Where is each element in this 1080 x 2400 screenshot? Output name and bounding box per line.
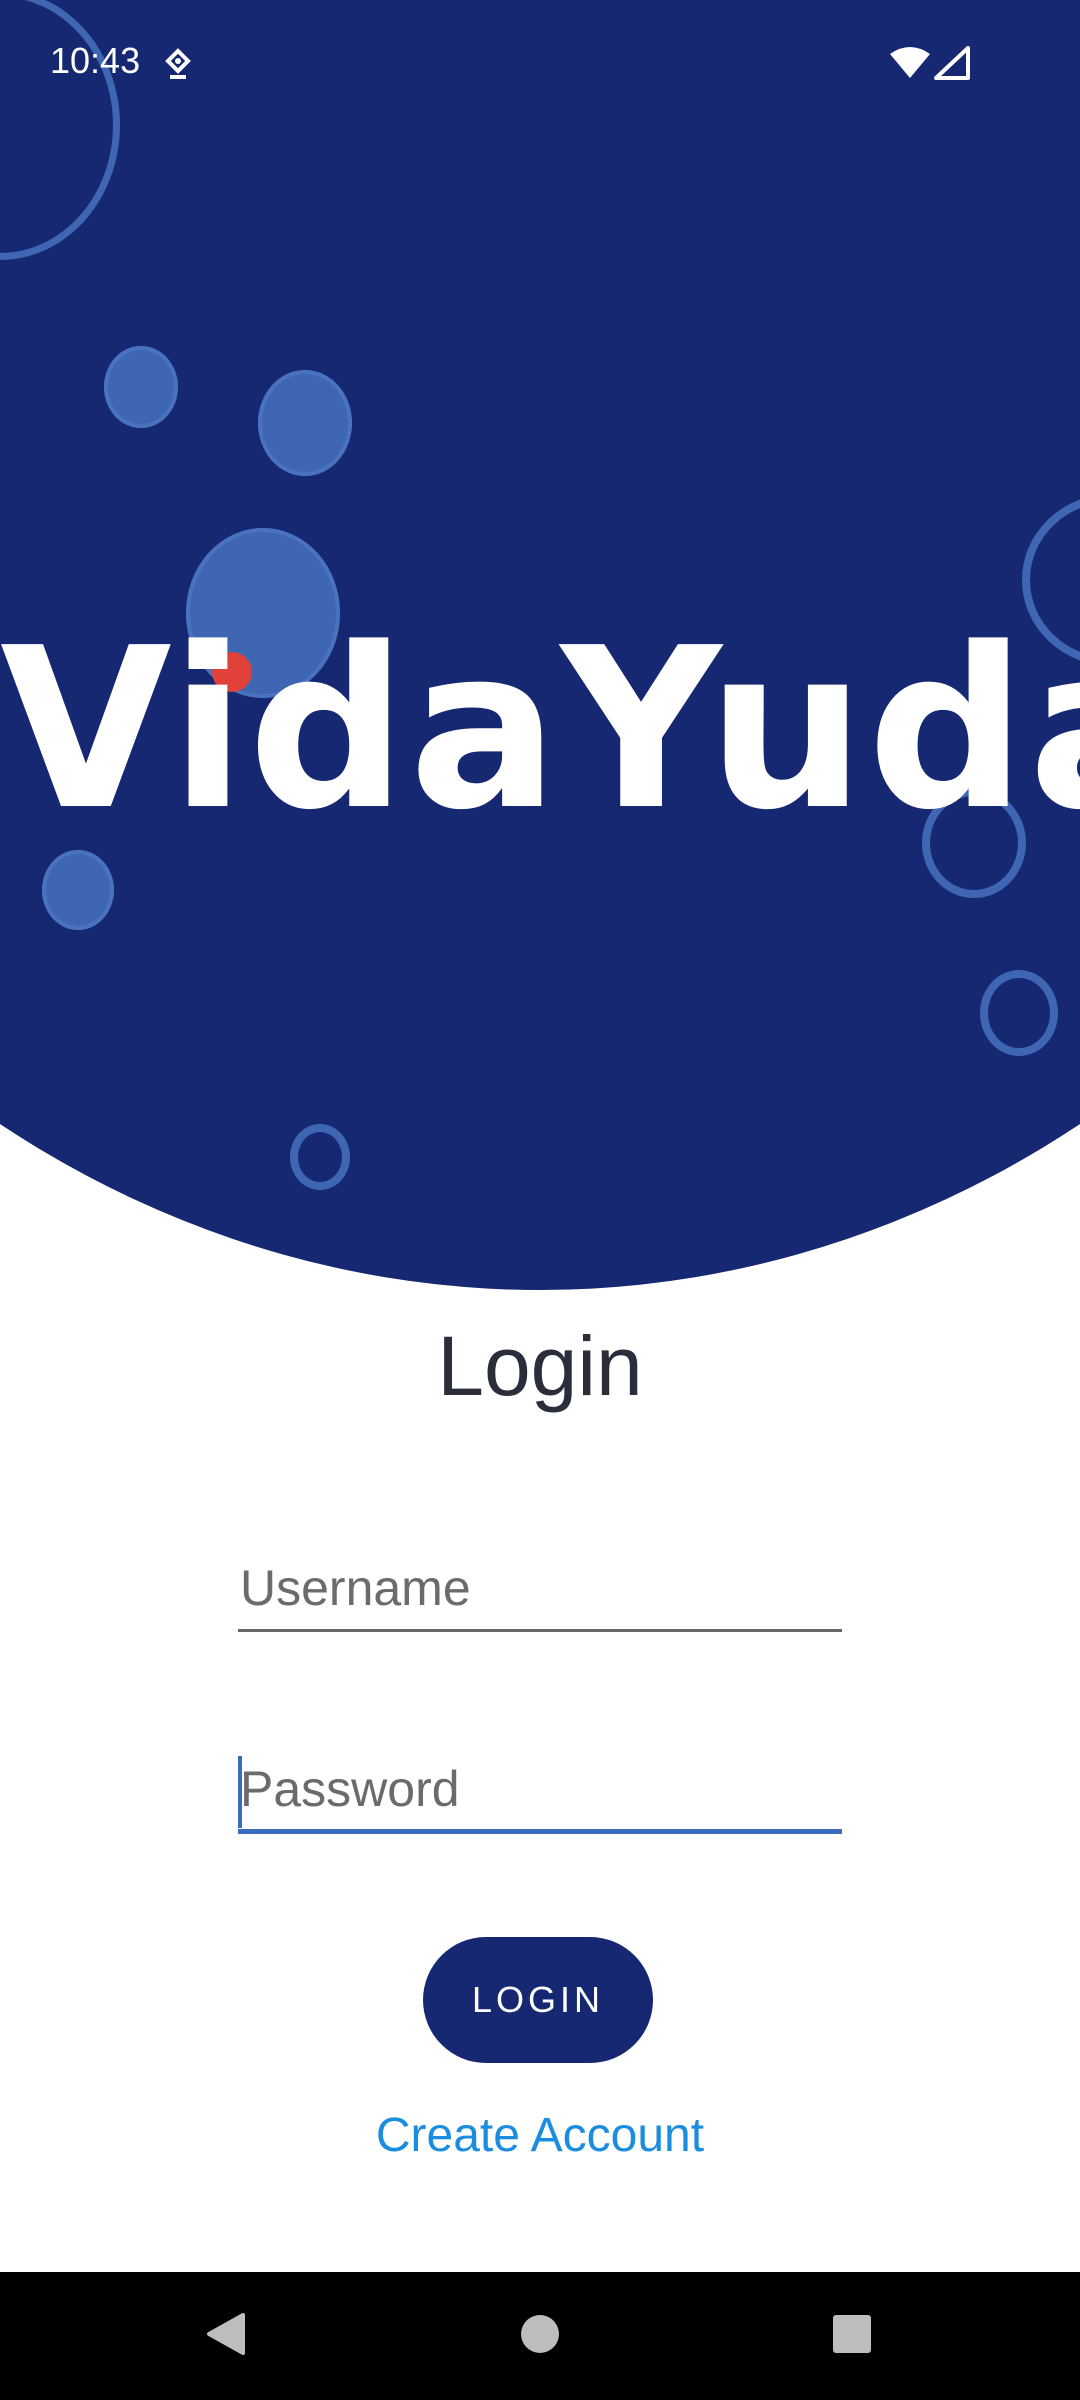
password-input[interactable]: [238, 1754, 842, 1829]
location-pin-icon: [164, 48, 192, 82]
nav-recents-button[interactable]: [772, 2272, 932, 2400]
login-button[interactable]: LOGIN: [423, 1937, 653, 2063]
username-field: [238, 1552, 842, 1632]
text-caret: [238, 1756, 242, 1828]
username-input[interactable]: [238, 1552, 842, 1629]
create-account-link[interactable]: Create Account: [0, 2108, 1080, 2163]
status-time: 10:43: [50, 40, 141, 81]
nav-back-button[interactable]: [146, 2272, 306, 2400]
app-logo-text: VidaYuda: [0, 601, 1080, 859]
decor-bubble: [258, 370, 352, 476]
back-triangle-icon: [205, 2311, 247, 2361]
page-title: Login: [437, 1319, 643, 1413]
home-circle-icon: [520, 2314, 560, 2358]
system-nav-bar: [0, 2272, 1080, 2400]
password-field: [238, 1754, 842, 1834]
status-bar: 10:43: [0, 0, 1080, 130]
decor-bubble-ring: [290, 1124, 350, 1190]
recents-square-icon: [832, 2314, 872, 2358]
wifi-icon: [888, 46, 932, 80]
cell-signal-icon: [934, 46, 970, 80]
decor-bubble: [42, 850, 114, 930]
login-screen: VidaYuda 10:43 Login LOGIN C: [0, 0, 1080, 2400]
decor-bubble: [104, 346, 178, 428]
decor-bubble-ring: [980, 970, 1058, 1056]
nav-home-button[interactable]: [460, 2272, 620, 2400]
